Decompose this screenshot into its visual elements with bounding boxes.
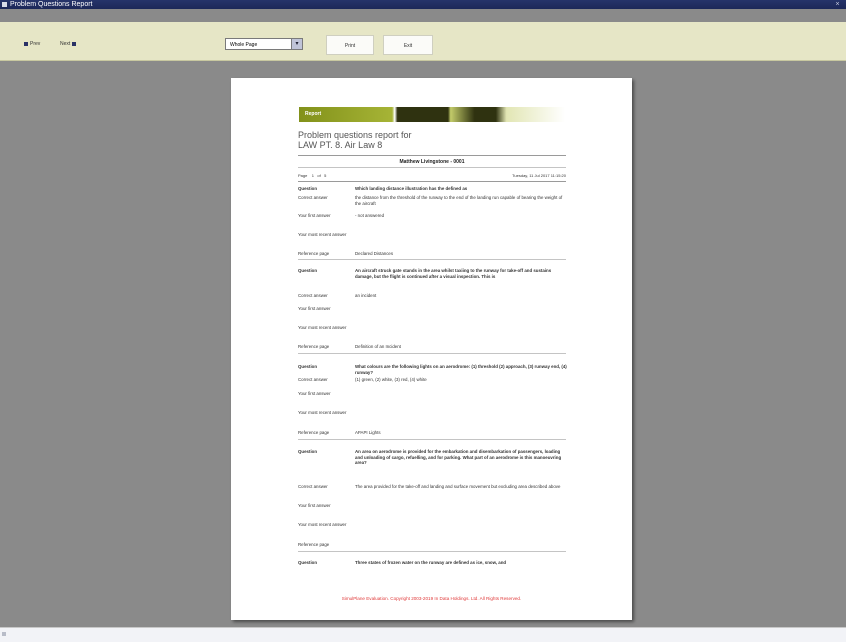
report-toolbar: Prev Next Whole Page ▾ Print Exit xyxy=(0,22,846,61)
divider xyxy=(298,181,566,182)
question-text: What colours are the following lights on… xyxy=(355,364,567,375)
student-name: Matthew Livingstone - 0001 xyxy=(399,159,465,165)
next-button[interactable]: Next xyxy=(60,41,77,47)
reference-page-label: Reference page xyxy=(298,430,330,435)
window-titlebar: Problem Questions Report × xyxy=(0,0,846,9)
first-answer-label: Your first answer xyxy=(298,503,331,508)
reference-page-text: Definition of an Incident xyxy=(355,344,401,349)
print-button[interactable]: Print xyxy=(326,35,374,55)
close-icon[interactable]: × xyxy=(834,1,841,8)
prev-button[interactable]: Prev xyxy=(24,41,40,47)
divider xyxy=(298,353,566,354)
correct-answer-text: an incident xyxy=(355,293,377,298)
banner-label: Report xyxy=(305,111,322,117)
page-current: 1 xyxy=(311,173,315,178)
divider xyxy=(298,155,566,156)
question-text: An area on aerodrome is provided for the… xyxy=(355,449,562,465)
divider xyxy=(298,439,566,440)
zoom-select[interactable]: Whole Page ▾ xyxy=(225,38,303,50)
copyright-footer: SimulPlane Evaluation. Copyright 2003-20… xyxy=(341,596,522,601)
app-icon xyxy=(2,2,7,7)
reference-page-text: Declared Distances xyxy=(355,251,394,256)
correct-answer-text: the distance from the threshold of the r… xyxy=(355,195,563,206)
report-date: Tuesday, 11 Jul 2017 11:15:20 xyxy=(512,173,566,178)
question-text: An aircraft struck gate stands in the ar… xyxy=(355,268,552,279)
chevron-down-icon[interactable]: ▾ xyxy=(291,39,302,49)
first-answer-label: Your first answer xyxy=(298,306,331,311)
first-answer-text: - not answered xyxy=(355,213,385,218)
divider xyxy=(298,551,566,552)
status-bar xyxy=(0,627,846,642)
reference-page-label: Reference page xyxy=(298,542,330,547)
report-title-line2: LAW PT. 8. Air Law 8 xyxy=(298,140,383,150)
question-text: Three states of frozen water on the runw… xyxy=(355,560,507,565)
question-label: Question xyxy=(298,364,318,369)
question-text: Which landing distance illustration has … xyxy=(355,186,468,191)
page-total: 5 xyxy=(324,173,327,178)
divider xyxy=(298,167,566,168)
reference-page-label: Reference page xyxy=(298,251,330,256)
page-of: of xyxy=(317,173,321,178)
resize-grip-icon xyxy=(2,632,6,636)
recent-answer-label: Your most recent answer xyxy=(298,410,347,415)
report-page: Report Problem questions report for LAW … xyxy=(231,78,632,620)
report-title-line1: Problem questions report for xyxy=(298,130,412,140)
exit-button[interactable]: Exit xyxy=(383,35,433,55)
zoom-value: Whole Page xyxy=(230,42,258,48)
reference-page-text: APAPI Lights xyxy=(355,430,381,435)
correct-answer-text: The area provided for the take-off and l… xyxy=(355,484,561,489)
prev-arrow-icon xyxy=(24,42,28,46)
report-title: Problem questions report for LAW PT. 8. … xyxy=(298,130,412,150)
window-title: Problem Questions Report xyxy=(10,1,93,8)
question-label: Question xyxy=(298,268,318,273)
next-label: Next xyxy=(60,41,71,47)
prev-label: Prev xyxy=(30,41,41,47)
correct-answer-label: Correct answer xyxy=(298,195,328,200)
divider xyxy=(298,259,566,260)
question-label: Question xyxy=(298,186,318,191)
recent-answer-label: Your most recent answer xyxy=(298,232,347,237)
first-answer-label: Your first answer xyxy=(298,391,331,396)
recent-answer-label: Your most recent answer xyxy=(298,325,347,330)
first-answer-label: Your first answer xyxy=(298,213,331,218)
next-arrow-icon xyxy=(72,42,77,46)
reference-page-label: Reference page xyxy=(298,344,330,349)
recent-answer-label: Your most recent answer xyxy=(298,522,347,527)
report-banner: Report xyxy=(299,107,565,122)
correct-answer-text: (1) green, (2) white, (3) red, (4) white xyxy=(355,377,427,382)
correct-answer-label: Correct answer xyxy=(298,293,328,298)
page-indicator: Page 1 of 5 xyxy=(298,173,326,178)
correct-answer-label: Correct answer xyxy=(298,484,328,489)
question-label: Question xyxy=(298,449,318,454)
page-label: Page xyxy=(298,173,308,178)
correct-answer-label: Correct answer xyxy=(298,377,328,382)
question-label: Question xyxy=(298,560,318,565)
